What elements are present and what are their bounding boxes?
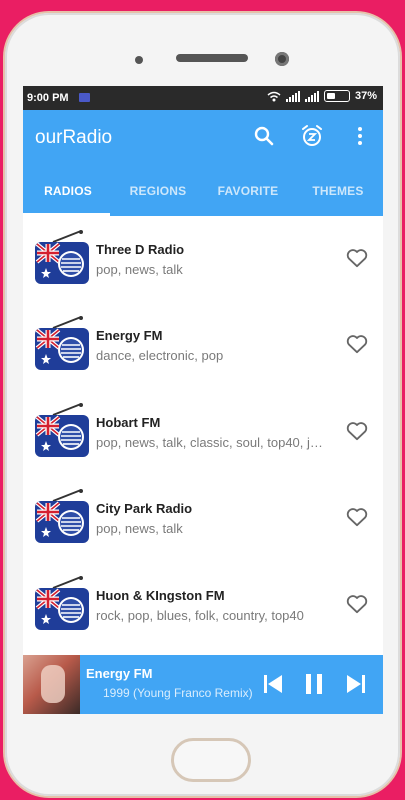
now-playing-title: Energy FM [86, 666, 153, 681]
search-icon[interactable] [252, 124, 276, 148]
radio-flag-icon [33, 489, 89, 545]
station-item[interactable]: Three D Radio pop, news, talk [23, 216, 383, 302]
station-genres: pop, news, talk [96, 521, 183, 536]
front-camera [275, 52, 289, 66]
heart-outline-icon[interactable] [346, 248, 368, 268]
status-bar: 9:00 PM 37% [23, 86, 383, 110]
battery-icon [323, 90, 350, 102]
station-name: Three D Radio [96, 242, 185, 257]
battery-percent: 37% [354, 90, 377, 102]
app-bar: ourRadio [23, 110, 383, 164]
skip-next-icon[interactable] [345, 673, 367, 695]
app-screen: 9:00 PM 37% ourRadio RADIOS REGIONS FAVO… [23, 86, 383, 714]
radio-flag-icon [33, 230, 89, 286]
tab-radios[interactable]: RADIOS [23, 164, 113, 216]
wifi-icon [267, 91, 281, 101]
heart-outline-icon[interactable] [346, 594, 368, 614]
pause-icon[interactable] [303, 673, 325, 695]
heart-outline-icon[interactable] [346, 507, 368, 527]
notification-icon [79, 93, 90, 102]
status-time: 9:00 PM [27, 92, 69, 104]
station-genres: dance, electronic, pop [96, 348, 224, 363]
station-genres: pop, news, talk, classic, soul, top40, j… [96, 435, 326, 450]
heart-outline-icon[interactable] [346, 334, 368, 354]
station-genres: rock, pop, blues, folk, country, top40 [96, 608, 304, 623]
tab-bar: RADIOS REGIONS FAVORITE THEMES [23, 164, 383, 216]
more-vert-icon[interactable] [348, 124, 372, 148]
tab-favorite[interactable]: FAVORITE [203, 164, 293, 216]
album-art [23, 655, 80, 714]
signal-icon [285, 90, 300, 102]
sensor-dot [135, 56, 143, 64]
radio-flag-icon [33, 403, 89, 459]
status-indicators: 37% [267, 90, 377, 102]
heart-outline-icon[interactable] [346, 421, 368, 441]
earpiece-speaker [176, 54, 248, 62]
station-item[interactable]: City Park Radio pop, news, talk [23, 475, 383, 561]
station-name: City Park Radio [96, 501, 193, 516]
now-playing-bar[interactable]: Energy FM 1999 (Young Franco Remix) [23, 655, 383, 714]
home-button[interactable] [171, 738, 251, 782]
tab-regions[interactable]: REGIONS [113, 164, 203, 216]
signal-icon-2 [304, 90, 319, 102]
station-name: Energy FM [96, 328, 163, 343]
radio-flag-icon [33, 576, 89, 632]
station-item[interactable]: Energy FM dance, electronic, pop [23, 302, 383, 388]
tab-themes[interactable]: THEMES [293, 164, 383, 216]
station-item[interactable]: Huon & KIngston FM rock, pop, blues, fol… [23, 562, 383, 648]
station-name: Huon & KIngston FM [96, 588, 225, 603]
station-genres: pop, news, talk [96, 262, 183, 277]
skip-previous-icon[interactable] [262, 673, 284, 695]
app-title: ourRadio [35, 127, 113, 148]
radio-flag-icon [33, 316, 89, 372]
alarm-snooze-icon[interactable] [300, 124, 324, 148]
now-playing-subtitle: 1999 (Young Franco Remix) [103, 686, 253, 700]
station-name: Hobart FM [96, 415, 161, 430]
station-item[interactable]: Hobart FM pop, news, talk, classic, soul… [23, 389, 383, 475]
